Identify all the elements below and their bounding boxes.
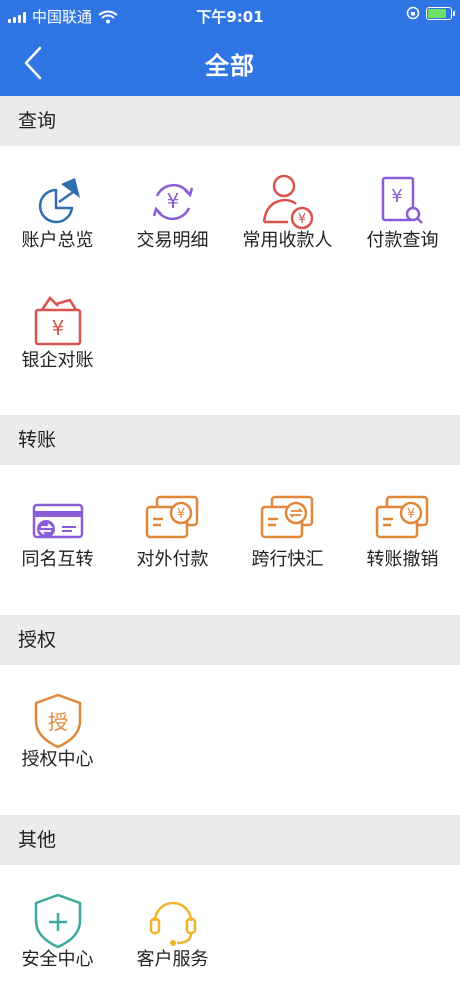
menu-item-label: 客户服务 — [136, 949, 209, 970]
status-time: 下午9:01 — [196, 8, 264, 26]
page-title: 全部 — [205, 52, 255, 80]
svg-text:授: 授 — [48, 710, 68, 734]
svg-text:¥: ¥ — [177, 507, 185, 522]
menu-item-authorization-center[interactable]: 授 授权中心 — [0, 665, 115, 785]
menu-item-interbank-remittance[interactable]: 跨行快汇 — [230, 465, 345, 585]
menu-item-bank-reconciliation[interactable]: ¥ 银企对账 — [0, 266, 115, 386]
nav-bar: 全部 — [0, 30, 460, 96]
menu-item-label: 安全中心 — [21, 949, 94, 970]
menu-item-label: 交易明细 — [136, 230, 209, 251]
menu-item-label: 转账撤销 — [366, 549, 439, 570]
payee-icon: ¥ — [262, 174, 314, 230]
menu-item-label: 同名互转 — [21, 549, 94, 570]
card-transfer-icon — [260, 495, 314, 539]
svg-text:¥: ¥ — [167, 189, 180, 213]
yen-cycle-icon: ¥ — [152, 183, 194, 221]
svg-text:¥: ¥ — [298, 212, 306, 227]
menu-item-label: 付款查询 — [366, 230, 439, 251]
section-header-query: 查询 — [0, 96, 460, 146]
menu-item-label: 常用收款人 — [242, 230, 333, 251]
svg-text:¥: ¥ — [407, 507, 415, 522]
yen-search-icon: ¥ — [381, 176, 423, 224]
menu-item-label: 对外付款 — [136, 549, 209, 570]
status-bar: 中国联通 下午9:01 — [0, 0, 460, 30]
menu-item-customer-service[interactable]: 客户服务 — [115, 865, 230, 985]
section-header-other: 其他 — [0, 815, 460, 865]
menu-item-same-name-transfer[interactable]: 同名互转 — [0, 465, 115, 585]
menu-item-payment-query[interactable]: ¥ 付款查询 — [345, 146, 460, 266]
menu-item-label: 跨行快汇 — [251, 549, 324, 570]
authorize-shield-icon: 授 — [34, 693, 82, 749]
pie-chart-icon — [38, 178, 80, 224]
section-header-authorization: 授权 — [0, 615, 460, 665]
menu-item-label: 账户总览 — [21, 230, 94, 251]
card-exchange-icon — [32, 503, 84, 539]
security-shield-icon — [34, 893, 82, 949]
menu-item-label: 授权中心 — [21, 749, 94, 770]
orientation-lock-icon — [406, 6, 420, 20]
menu-item-transfer-cancel[interactable]: ¥ 转账撤销 — [345, 465, 460, 585]
menu-item-transaction-details[interactable]: ¥ 交易明细 — [115, 146, 230, 266]
menu-item-frequent-payees[interactable]: ¥ 常用收款人 — [230, 146, 345, 266]
card-yen-icon: ¥ — [145, 495, 199, 539]
yen-envelope-icon: ¥ — [34, 296, 82, 346]
svg-text:¥: ¥ — [391, 186, 402, 207]
menu-item-security-center[interactable]: 安全中心 — [0, 865, 115, 985]
menu-item-account-overview[interactable]: 账户总览 — [0, 146, 115, 266]
section-header-transfer: 转账 — [0, 415, 460, 465]
top-bar: 中国联通 下午9:01 全部 — [0, 0, 460, 96]
headset-icon — [149, 901, 197, 946]
menu-item-external-payment[interactable]: ¥ 对外付款 — [115, 465, 230, 585]
svg-text:¥: ¥ — [52, 316, 65, 340]
menu-item-label: 银企对账 — [21, 350, 94, 371]
battery-icon — [426, 6, 455, 20]
card-yen-cancel-icon: ¥ — [375, 495, 429, 539]
